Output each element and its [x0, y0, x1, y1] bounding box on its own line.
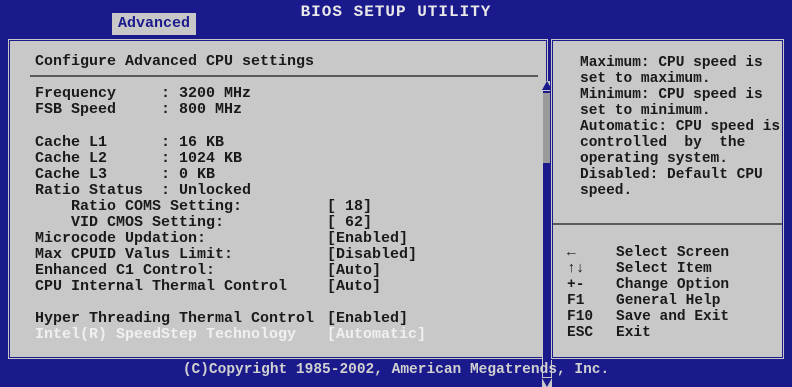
info-ratio-status: Ratio Status : Unlocked — [35, 182, 252, 199]
help-text: Maximum: CPU speed is set to maximum. Mi… — [580, 55, 781, 199]
key-plus-minus: +- — [567, 277, 585, 293]
help-divider — [553, 223, 782, 225]
enhanced-c1-control-label: Enhanced C1 Control: — [35, 262, 216, 279]
key-desc-change-option: Change Option — [616, 277, 730, 293]
cpu-thermal-control-label: CPU Internal Thermal Control — [35, 278, 288, 295]
speedstep-technology-value[interactable]: [Automatic] — [327, 327, 426, 343]
microcode-updation-label: Microcode Updation: — [35, 230, 207, 247]
up-down-arrow-icon: ↑↓ — [567, 261, 585, 277]
key-desc-general-help: General Help — [616, 293, 721, 309]
info-cache-l2: Cache L2 : 1024 KB — [35, 150, 243, 167]
copyright-footer: (C)Copyright 1985-2002, American Megatre… — [182, 362, 610, 378]
key-f10: F10 — [567, 309, 594, 325]
settings-panel: Configure Advanced CPU settings Frequenc… — [7, 38, 552, 387]
bios-screen: BIOS SETUP UTILITY Advanced Configure Ad… — [0, 0, 792, 387]
ratio-coms-setting-label: Ratio COMS Setting: — [35, 198, 243, 215]
key-desc-select-item: Select Item — [616, 261, 712, 277]
cpu-thermal-control-value[interactable]: [Auto] — [327, 279, 381, 295]
heading-divider — [30, 75, 538, 77]
info-frequency: Frequency : 3200 MHz — [35, 85, 252, 102]
microcode-updation-value[interactable]: [Enabled] — [327, 231, 408, 247]
help-panel: Maximum: CPU speed is set to maximum. Mi… — [550, 38, 785, 360]
section-heading: Configure Advanced CPU settings — [35, 53, 315, 70]
key-esc: ESC — [567, 325, 594, 341]
tab-advanced[interactable]: Advanced — [112, 13, 197, 35]
info-cache-l3: Cache L3 : 0 KB — [35, 166, 216, 183]
max-cpuid-limit-label: Max CPUID Valus Limit: — [35, 246, 234, 263]
key-desc-exit: Exit — [616, 325, 651, 341]
hyper-threading-thermal-value[interactable]: [Enabled] — [327, 311, 408, 327]
scroll-down-arrow-icon[interactable] — [542, 378, 552, 387]
title-bar: BIOS SETUP UTILITY Advanced — [0, 0, 792, 35]
max-cpuid-limit-value[interactable]: [Disabled] — [327, 247, 417, 263]
ratio-coms-setting-value[interactable]: [ 18] — [327, 199, 372, 215]
enhanced-c1-control-value[interactable]: [Auto] — [327, 263, 381, 279]
key-f1: F1 — [567, 293, 585, 309]
key-desc-select-screen: Select Screen — [616, 245, 730, 261]
vid-cmos-setting-value[interactable]: [ 62] — [327, 215, 372, 231]
hyper-threading-thermal-label: Hyper Threading Thermal Control — [35, 310, 315, 327]
info-cache-l1: Cache L1 : 16 KB — [35, 134, 225, 151]
vid-cmos-setting-label: VID CMOS Setting: — [35, 214, 225, 231]
key-desc-save-exit: Save and Exit — [616, 309, 730, 325]
left-arrow-icon: ← — [567, 245, 576, 261]
speedstep-technology-label: Intel(R) SpeedStep Technology — [35, 326, 297, 343]
info-fsb-speed: FSB Speed : 800 MHz — [35, 101, 243, 118]
